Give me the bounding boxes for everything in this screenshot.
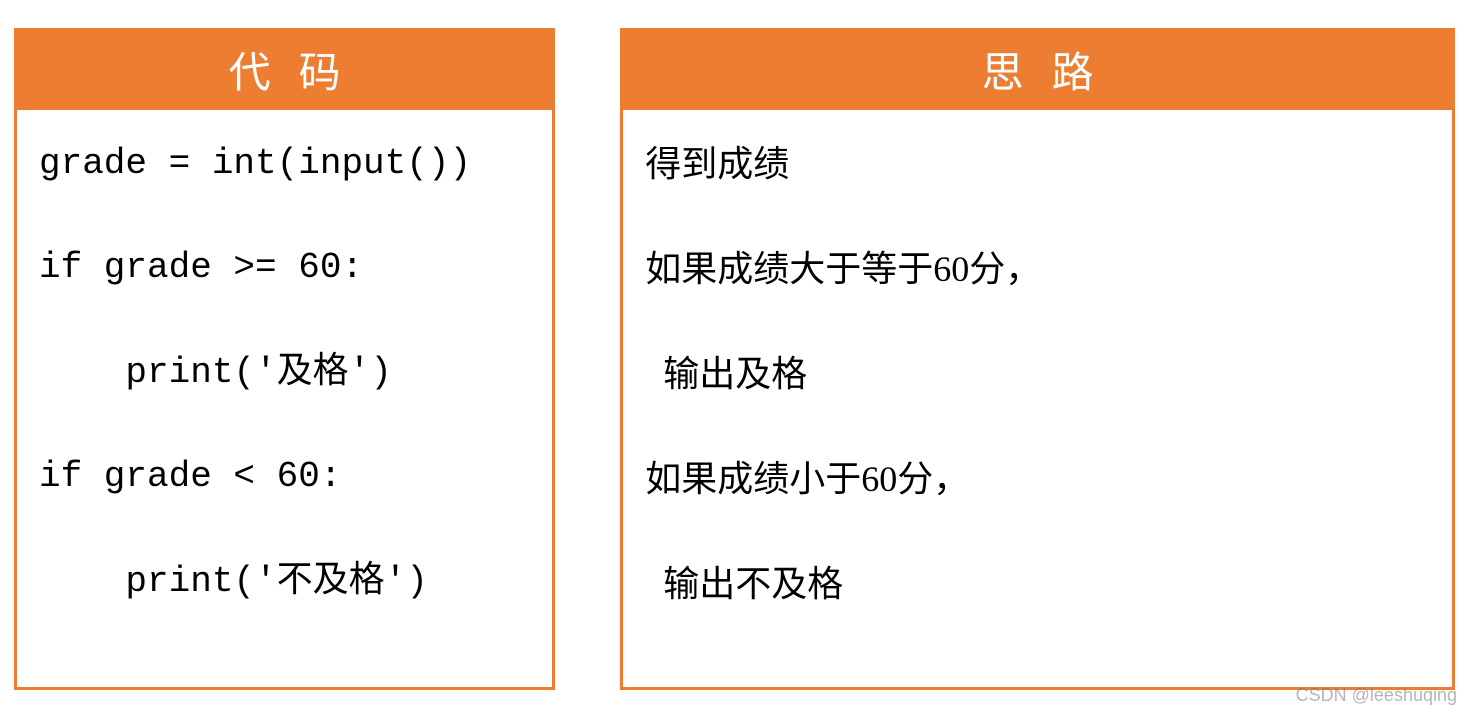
two-panel-layout: 代码 grade = int(input()) if grade >= 60: … — [0, 0, 1469, 690]
watermark-text: CSDN @leeshuqing — [1296, 685, 1457, 706]
idea-text: 得到成绩 如果成绩大于等于60分， 输出及格 如果成绩小于60分， 输出不及格 — [623, 110, 1452, 687]
code-panel: 代码 grade = int(input()) if grade >= 60: … — [14, 28, 555, 690]
idea-panel-title: 思路 — [623, 31, 1452, 110]
code-block: grade = int(input()) if grade >= 60: pri… — [17, 110, 552, 687]
idea-panel: 思路 得到成绩 如果成绩大于等于60分， 输出及格 如果成绩小于60分， 输出不… — [620, 28, 1455, 690]
code-panel-title: 代码 — [17, 31, 552, 110]
